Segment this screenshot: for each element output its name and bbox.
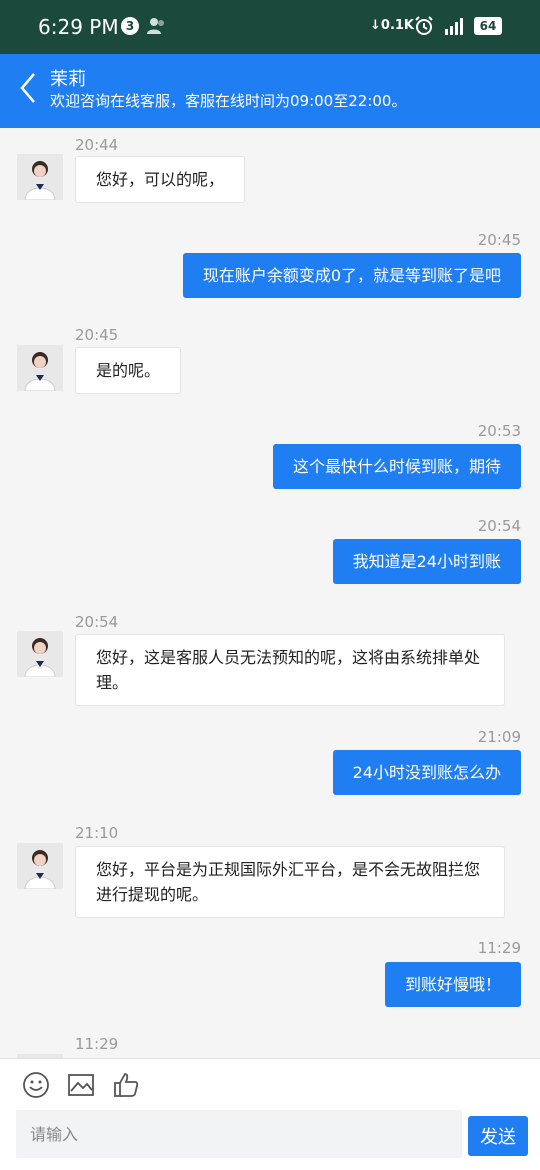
chat-header: 茉莉 欢迎咨询在线客服，客服在线时间为09:00至22:00。 [0, 54, 540, 128]
message-list[interactable]: 20:44 您好，可以的呢， 20:45 现在账户余额变成0了，就是等到账了是吧… [0, 128, 540, 1058]
user-message: 这个最快什么时候到账，期待 [272, 444, 521, 489]
agent-message: 您好，可以的呢， [75, 156, 246, 203]
emoji-icon[interactable] [22, 1071, 50, 1099]
back-arrow-icon[interactable] [14, 68, 44, 108]
message-timestamp: 20:45 [477, 231, 521, 249]
agent-message: 您好，这是客服人员无法预知的呢，这将由系统排单处理。 [75, 634, 505, 706]
message-timestamp: 11:29 [477, 939, 521, 957]
message-input[interactable] [16, 1110, 462, 1158]
agent-avatar [17, 843, 63, 889]
agent-avatar [17, 345, 63, 391]
battery-icon: 64 [474, 17, 502, 35]
status-time: 6:29 PM [38, 15, 119, 39]
message-timestamp: 20:53 [477, 422, 521, 440]
agent-name: 茉莉 [50, 69, 86, 90]
service-hours-notice: 欢迎咨询在线客服，客服在线时间为09:00至22:00。 [50, 92, 407, 110]
message-timestamp: 20:45 [75, 326, 119, 344]
agent-avatar [17, 631, 63, 677]
thumbs-up-icon[interactable] [112, 1071, 140, 1099]
agent-message: 您好，平台是为正规国际外汇平台，是不会无故阻拦您进行提现的呢。 [75, 846, 505, 918]
agent-avatar [17, 154, 63, 200]
status-bar: 6:29 PM 3 ↓0.1K 64 [0, 0, 540, 54]
contacts-icon [147, 18, 164, 34]
message-timestamp: 21:10 [75, 824, 119, 842]
message-timestamp: 20:54 [75, 613, 119, 631]
user-message: 我知道是24小时到账 [332, 539, 521, 584]
message-timestamp: 20:54 [477, 517, 521, 535]
user-message: 到账好慢哦！ [384, 962, 521, 1007]
signal-icon [445, 18, 463, 35]
send-button[interactable]: 发送 [468, 1116, 528, 1156]
agent-message: 是的呢。 [75, 347, 182, 394]
notification-badge: 3 [121, 17, 139, 35]
alarm-icon [415, 16, 433, 35]
input-toolbar [0, 1058, 540, 1108]
user-message: 24小时没到账怎么办 [332, 750, 521, 795]
input-bar: 发送 [0, 1108, 540, 1170]
image-icon[interactable] [67, 1071, 95, 1099]
message-timestamp: 21:09 [477, 728, 521, 746]
message-timestamp: 20:44 [75, 136, 119, 154]
message-timestamp: 11:29 [75, 1035, 119, 1053]
user-message: 现在账户余额变成0了，就是等到账了是吧 [182, 253, 521, 298]
network-speed: ↓0.1K [370, 18, 415, 33]
